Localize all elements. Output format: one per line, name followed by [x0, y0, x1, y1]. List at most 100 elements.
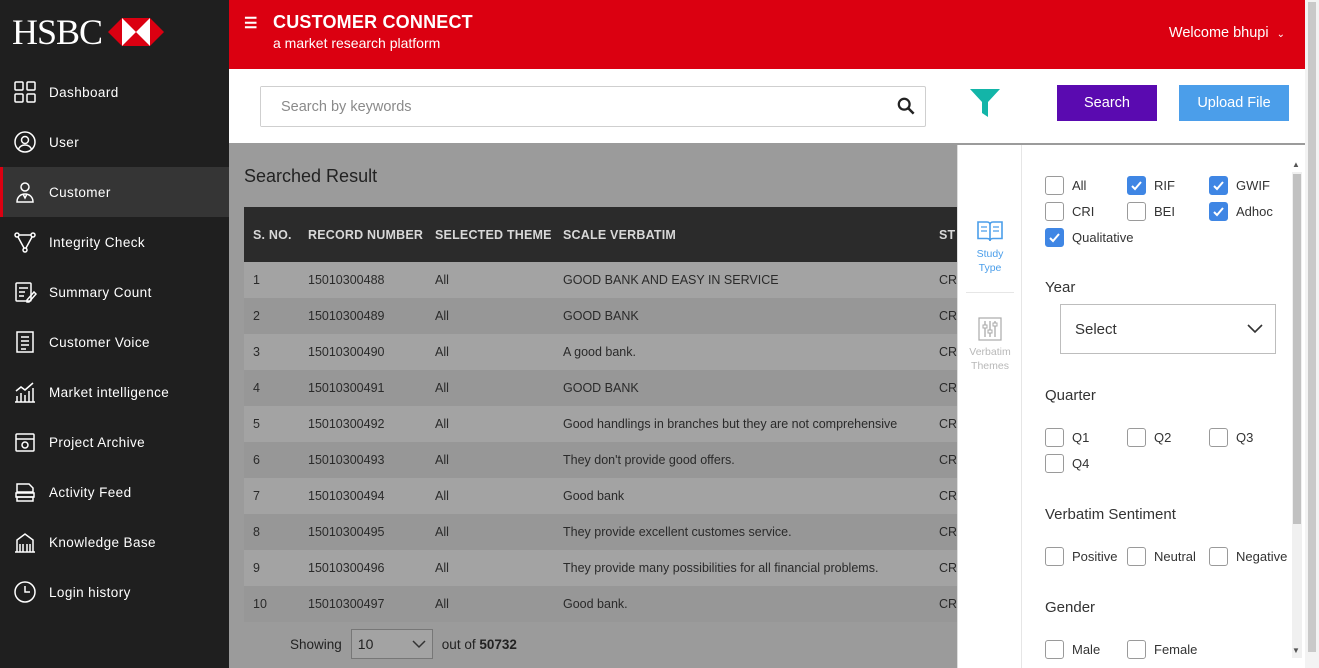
check-icon: [1131, 181, 1142, 191]
table-row[interactable]: 10 15010300497 All Good bank. CR: [244, 586, 974, 622]
table-row[interactable]: 1 15010300488 All GOOD BANK AND EASY IN SER…: [244, 262, 974, 298]
sidebar-item-knowledge-base[interactable]: Knowledge Base: [0, 517, 229, 567]
checkbox-male[interactable]: Male: [1045, 640, 1100, 659]
scrollbar-thumb[interactable]: [1293, 174, 1301, 524]
tab-verbatim-themes[interactable]: Verbatim Themes: [964, 317, 1016, 373]
cell-record-number: 15010300494: [299, 478, 426, 514]
checkbox-gwif[interactable]: GWIF: [1209, 176, 1270, 195]
cell-scale-verbatim: GOOD BANK: [554, 370, 930, 406]
table-row[interactable]: 8 15010300495 All They provide excellent cu…: [244, 514, 974, 550]
table-row[interactable]: 9 15010300496 All They provide many possibi…: [244, 550, 974, 586]
page-scrollbar[interactable]: [1305, 0, 1319, 668]
cell-selected-theme: All: [426, 334, 554, 370]
checkbox-q1[interactable]: Q1: [1045, 428, 1089, 447]
checkbox-adhoc[interactable]: Adhoc: [1209, 202, 1273, 221]
table-row[interactable]: 2 15010300489 All GOOD BANK CR: [244, 298, 974, 334]
app-header: ☰ CUSTOMER CONNECT a market research pla…: [229, 0, 1305, 69]
app-title: CUSTOMER CONNECT: [273, 12, 473, 32]
filter-icon[interactable]: [968, 86, 1002, 120]
tab-study-type[interactable]: Study Type: [964, 219, 1016, 275]
checkbox-cri[interactable]: CRI: [1045, 202, 1094, 221]
checkbox-all[interactable]: All: [1045, 176, 1086, 195]
sidebar-item-activity-feed[interactable]: Activity Feed: [0, 467, 229, 517]
search-button[interactable]: Search: [1057, 85, 1157, 121]
cell-sno: 9: [244, 550, 299, 586]
gender-label: Gender: [1045, 599, 1096, 616]
sidebar-item-dashboard[interactable]: Dashboard: [0, 67, 229, 117]
checkbox-negative[interactable]: Negative: [1209, 547, 1287, 566]
summary-count-icon: [13, 280, 37, 304]
checkbox-label: Q4: [1072, 456, 1090, 471]
scroll-down-icon[interactable]: ▼: [1292, 646, 1300, 655]
project-archive-icon: [13, 430, 37, 454]
sidebar-item-integrity-check[interactable]: Integrity Check: [0, 217, 229, 267]
hsbc-logo[interactable]: HSBC: [12, 12, 165, 52]
sidebar-nav: Dashboard User Customer Integrity Check …: [0, 67, 229, 617]
sidebar-item-login-history[interactable]: Login history: [0, 567, 229, 617]
checkbox-q4[interactable]: Q4: [1045, 454, 1089, 473]
sidebar-item-customer[interactable]: Customer: [0, 167, 229, 217]
sidebar-item-label: Dashboard: [49, 84, 119, 100]
sidebar-item-market-intelligence[interactable]: Market intelligence: [0, 367, 229, 417]
sidebar-item-label: Summary Count: [49, 284, 152, 300]
checkbox-label: Adhoc: [1236, 204, 1273, 219]
year-label: Year: [1045, 279, 1076, 296]
sidebar-item-customer-voice[interactable]: Customer Voice: [0, 317, 229, 367]
app-subtitle: a market research platform: [273, 35, 441, 51]
cell-scale-verbatim: They provide many possibilities for all …: [554, 550, 930, 586]
chevron-down-icon: [412, 639, 426, 648]
sidebar-item-summary-count[interactable]: Summary Count: [0, 267, 229, 317]
checkbox-q2[interactable]: Q2: [1127, 428, 1171, 447]
table-row[interactable]: 6 15010300493 All They don't provide good o…: [244, 442, 974, 478]
cell-record-number: 15010300490: [299, 334, 426, 370]
user-icon: [13, 130, 37, 154]
sentiment-label: Verbatim Sentiment: [1045, 506, 1176, 523]
sidebar-item-project-archive[interactable]: Project Archive: [0, 417, 229, 467]
cell-selected-theme: All: [426, 370, 554, 406]
cell-scale-verbatim: Good bank.: [554, 586, 930, 622]
checkbox-female[interactable]: Female: [1127, 640, 1197, 659]
page-size-value: 10: [357, 636, 374, 652]
checkbox-qualitative[interactable]: Qualitative: [1045, 228, 1133, 247]
search-input[interactable]: [261, 87, 881, 126]
pagination: Showing 10 out of 50732: [290, 629, 517, 659]
checkbox-positive[interactable]: Positive: [1045, 547, 1118, 566]
checkbox-label: Q3: [1236, 430, 1254, 445]
checkbox-label: Female: [1154, 642, 1198, 657]
table-row[interactable]: 3 15010300490 All A good bank. CR: [244, 334, 974, 370]
table-row[interactable]: 4 15010300491 All GOOD BANK CR: [244, 370, 974, 406]
checkbox-label: Q2: [1154, 430, 1172, 445]
year-select[interactable]: Select: [1060, 304, 1276, 354]
cell-selected-theme: All: [426, 442, 554, 478]
user-menu[interactable]: Welcome bhupi ⌄: [1169, 25, 1285, 41]
page-scrollbar-thumb[interactable]: [1308, 2, 1316, 652]
search-icon[interactable]: [897, 97, 915, 115]
checkbox-neutral[interactable]: Neutral: [1127, 547, 1196, 566]
sidebar: HSBC Dashboard User Customer Integrity C…: [0, 0, 229, 668]
dashboard-icon: [13, 80, 37, 104]
page-size-select[interactable]: 10: [350, 629, 433, 659]
results-title: Searched Result: [244, 166, 378, 186]
table-row[interactable]: 7 15010300494 All Good bank CR: [244, 478, 974, 514]
upload-file-button[interactable]: Upload File: [1179, 85, 1289, 121]
sidebar-item-user[interactable]: User: [0, 117, 229, 167]
quarter-label: Quarter: [1045, 387, 1096, 404]
column-header-selected-theme: SELECTED THEME: [426, 207, 554, 262]
chevron-down-icon: [1247, 324, 1263, 334]
checkbox-box: [1127, 202, 1146, 221]
customer-icon: [13, 180, 37, 204]
search-toolbar: Search Upload File: [229, 69, 1305, 143]
checkbox-bei[interactable]: BEI: [1127, 202, 1175, 221]
divider: [966, 292, 1014, 293]
checkbox-q3[interactable]: Q3: [1209, 428, 1253, 447]
table-row[interactable]: 5 15010300492 All Good handlings in branche…: [244, 406, 974, 442]
cell-record-number: 15010300492: [299, 406, 426, 442]
checkbox-rif[interactable]: RIF: [1127, 176, 1175, 195]
filter-panel-scrollbar[interactable]: ▲ ▼: [1289, 158, 1304, 658]
sidebar-item-label: Integrity Check: [49, 234, 146, 250]
cell-selected-theme: All: [426, 514, 554, 550]
hamburger-menu-icon[interactable]: ☰: [244, 14, 257, 32]
scroll-up-icon[interactable]: ▲: [1292, 160, 1300, 169]
checkbox-label: RIF: [1154, 178, 1175, 193]
check-icon: [1213, 181, 1224, 191]
